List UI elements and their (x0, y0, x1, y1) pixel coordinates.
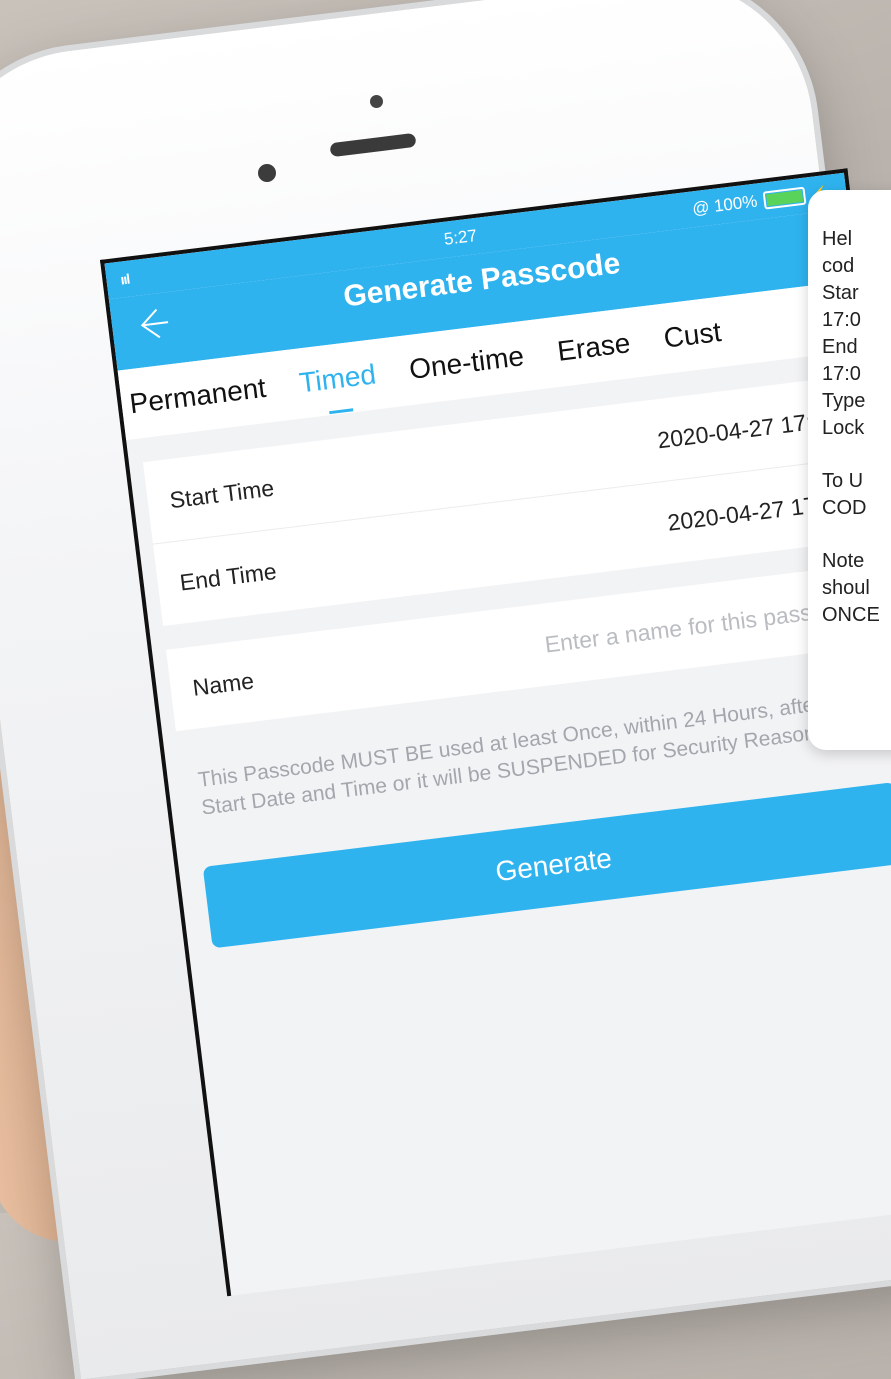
message-line: 17:0 (822, 363, 861, 385)
battery-fill (765, 190, 803, 207)
message-line: COD (822, 497, 867, 519)
message-bubble: Hel cod Star 17:0 End 17:0 Type Lock To … (808, 190, 891, 750)
start-time-label: Start Time (168, 474, 276, 513)
message-line: 17:0 (822, 309, 861, 331)
front-camera (258, 164, 276, 182)
message-line: Star (822, 282, 859, 304)
message-line: Lock (822, 417, 865, 439)
tab-timed[interactable]: Timed (298, 358, 378, 399)
end-time-label: End Time (178, 557, 278, 596)
status-time: 5:27 (442, 225, 479, 249)
tab-one-time[interactable]: One-time (408, 340, 526, 386)
proximity-sensor (370, 95, 383, 108)
message-line: shoul (822, 577, 870, 599)
tab-custom[interactable]: Cust (662, 316, 723, 355)
battery-percent: @ 100% (691, 191, 759, 219)
message-line: Hel (822, 228, 853, 250)
battery-icon (762, 186, 807, 210)
phone-screen: ııl 5:27 @ 100% ⚡ Generate Passcode Perm… (100, 168, 891, 1297)
tab-erase[interactable]: Erase (556, 327, 633, 368)
phone: ııl 5:27 @ 100% ⚡ Generate Passcode Perm… (0, 0, 891, 1379)
tab-permanent[interactable]: Permanent (128, 372, 268, 420)
name-label: Name (191, 666, 256, 701)
message-line: End (822, 336, 858, 358)
message-line: Type (822, 390, 866, 412)
message-line: cod (822, 255, 855, 277)
signal-icon: ııl (119, 270, 131, 288)
message-line: ONCE (822, 604, 880, 626)
message-line: Note (822, 550, 865, 572)
message-line: To U (822, 470, 864, 492)
